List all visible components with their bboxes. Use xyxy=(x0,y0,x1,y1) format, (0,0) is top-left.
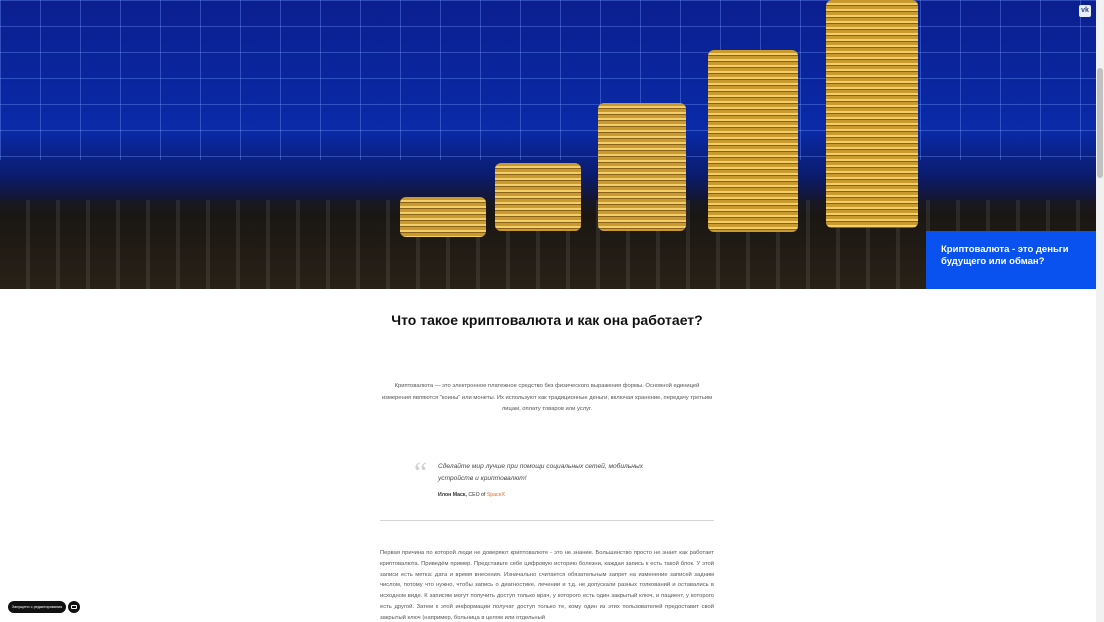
quote-author-role: CEO of xyxy=(468,492,486,498)
quote-mark-icon: “ xyxy=(414,456,428,489)
quote-author-name: Илон Маск, xyxy=(438,492,467,498)
edit-mode-button[interactable]: Запущено с редактирования xyxy=(8,601,66,613)
coin-stack xyxy=(400,197,486,237)
hero-chart-grid xyxy=(0,0,1096,160)
scrollbar-thumb[interactable] xyxy=(1097,68,1103,178)
hero-banner: Криптовалюта - это деньги будущего или о… xyxy=(0,0,1096,289)
chat-icon[interactable] xyxy=(68,601,80,613)
hero-card-title: Криптовалюта - это деньги будущего или о… xyxy=(941,244,1069,267)
edit-mode-label: Запущено с редактирования xyxy=(11,605,63,609)
vk-icon[interactable]: vk xyxy=(1079,5,1091,17)
hero-card[interactable]: Криптовалюта - это деньги будущего или о… xyxy=(926,231,1096,289)
divider xyxy=(380,520,714,521)
coin-stack xyxy=(495,163,581,231)
coin-stack xyxy=(598,103,686,231)
coin-stack xyxy=(708,50,798,232)
quote-author: Илон Маск, CEO of SpaceX xyxy=(438,492,505,498)
quote-author-company[interactable]: SpaceX xyxy=(487,492,505,498)
article-intro: Криптовалюта — это электронное платежное… xyxy=(381,383,713,412)
article-body: Первая причина по которой люди не доверя… xyxy=(380,550,714,621)
quote-text: Сделайте мир лучше при помощи социальных… xyxy=(438,463,643,482)
coin-stack xyxy=(826,0,918,228)
article-title: Что такое криптовалюта и как она работае… xyxy=(391,312,703,328)
